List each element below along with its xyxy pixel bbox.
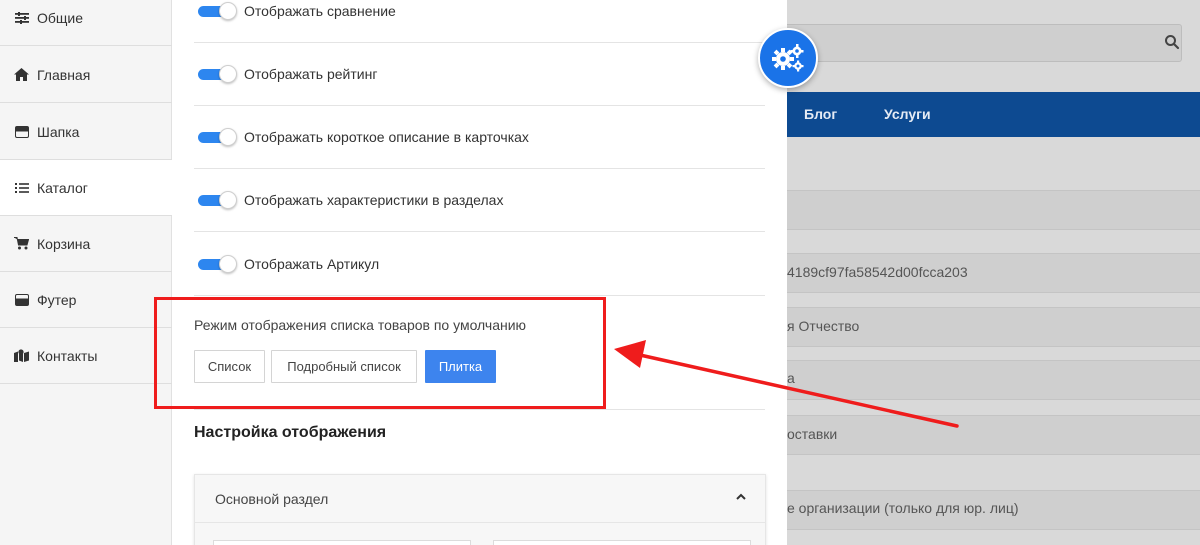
sidebar-item-label: Корзина xyxy=(37,235,91,252)
sidebar-item-main[interactable]: Главная xyxy=(0,47,172,103)
background-nav-blog: Блог xyxy=(804,106,838,122)
accordion-field[interactable] xyxy=(493,540,751,545)
background-search-field xyxy=(787,24,1182,62)
background-text: 4189cf97fa58542d00fcca203 xyxy=(787,264,968,280)
toggle-switch-compare[interactable] xyxy=(198,2,237,20)
background-text: а xyxy=(787,370,795,386)
accordion-title: Основной раздел xyxy=(215,491,329,507)
sliders-icon xyxy=(14,11,29,25)
background-text: я Отчество xyxy=(787,318,860,334)
background-text: оставки xyxy=(787,426,838,442)
toggle-switch-short-description[interactable] xyxy=(198,128,237,146)
sidebar-item-header[interactable]: Шапка xyxy=(0,104,172,160)
sidebar-item-label: Общие xyxy=(37,9,84,26)
background-row xyxy=(787,360,1200,400)
annotation-highlight-box xyxy=(154,297,606,409)
toggle-row-short-description: Отображать короткое описание в карточках xyxy=(194,106,765,169)
sidebar-item-catalog[interactable]: Каталог xyxy=(0,160,172,216)
sidebar-item-contacts[interactable]: Контакты xyxy=(0,328,172,384)
background-row xyxy=(787,190,1200,230)
toggle-switch-characteristics[interactable] xyxy=(198,191,237,209)
toggle-switch-article[interactable] xyxy=(198,255,237,273)
background-row xyxy=(787,415,1200,455)
sidebar-item-label: Шапка xyxy=(37,123,80,140)
gears-icon xyxy=(772,44,804,72)
background-site: Блог Услуги 4189cf97fa58542d00fcca203 я … xyxy=(787,0,1200,545)
accordion-main-section: Основной раздел xyxy=(194,474,766,545)
sidebar-item-label: Каталог xyxy=(37,179,88,196)
sidebar-item-general[interactable]: Общие xyxy=(0,0,172,46)
sidebar-item-footer[interactable]: Футер xyxy=(0,272,172,328)
list-icon xyxy=(14,181,29,195)
toggle-row-characteristics: Отображать характеристики в разделах xyxy=(194,169,765,232)
sidebar-item-label: Контакты xyxy=(37,347,98,364)
background-text: е организации (только для юр. лиц) xyxy=(787,500,1019,516)
sidebar-item-cart[interactable]: Корзина xyxy=(0,216,172,272)
accordion-field[interactable] xyxy=(213,540,471,545)
toggle-switch-rating[interactable] xyxy=(198,65,237,83)
toggle-row-compare: Отображать сравнение xyxy=(194,0,765,43)
map-icon xyxy=(14,349,29,363)
toggle-label: Отображать Артикул xyxy=(244,256,380,272)
toggle-label: Отображать короткое описание в карточках xyxy=(244,129,529,145)
toggle-label: Отображать характеристики в разделах xyxy=(244,192,504,208)
toggle-row-article: Отображать Артикул xyxy=(194,233,765,296)
display-settings-title: Настройка отображения xyxy=(194,424,387,441)
accordion-header[interactable]: Основной раздел xyxy=(195,475,765,523)
settings-panel: Отображать сравнение Отображать рейтинг … xyxy=(172,0,787,545)
settings-sidebar: Общие Главная Шапка Каталог Корзина Футе… xyxy=(0,0,172,545)
sidebar-item-label: Футер xyxy=(37,291,77,308)
settings-fab-button[interactable] xyxy=(758,28,818,88)
background-nav-services: Услуги xyxy=(884,106,931,122)
cart-icon xyxy=(14,237,29,251)
toggle-label: Отображать сравнение xyxy=(244,3,396,19)
sidebar-item-label: Главная xyxy=(37,66,91,83)
header-icon xyxy=(14,125,29,139)
chevron-up-icon xyxy=(736,493,746,500)
background-nav: Блог Услуги xyxy=(787,92,1200,137)
toggle-row-rating: Отображать рейтинг xyxy=(194,43,765,106)
toggle-label: Отображать рейтинг xyxy=(244,66,378,82)
home-icon xyxy=(14,68,29,82)
footer-icon xyxy=(14,293,29,307)
search-icon xyxy=(1165,35,1180,50)
